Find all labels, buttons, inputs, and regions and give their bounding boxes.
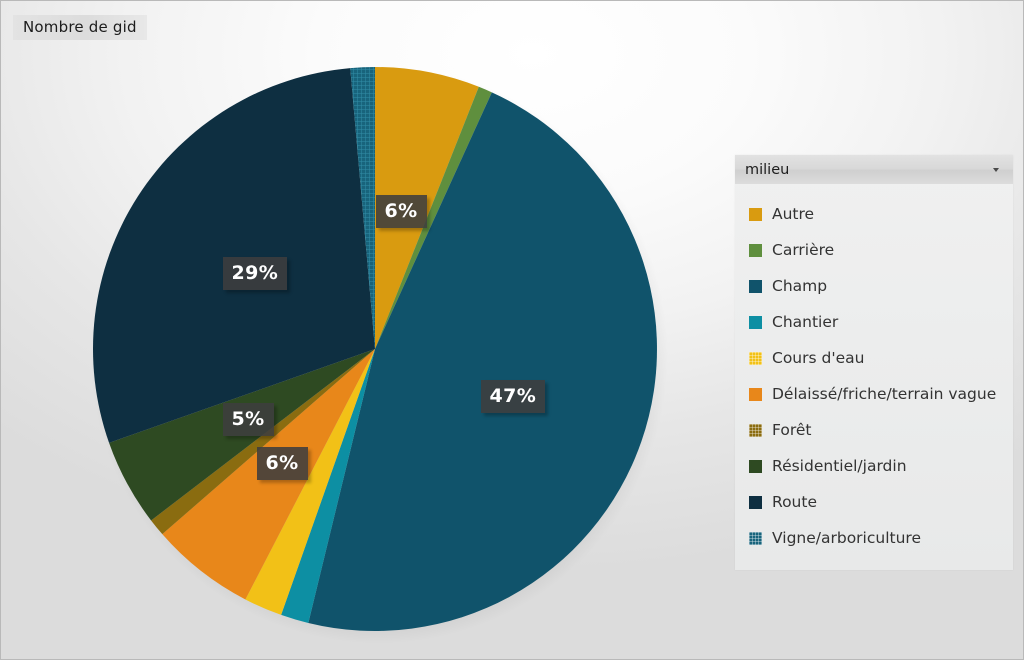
legend-item[interactable]: Résidentiel/jardin <box>735 448 1013 484</box>
legend-item-label: Autre <box>772 205 815 223</box>
legend-item[interactable]: Chantier <box>735 304 1013 340</box>
legend-item[interactable]: Cours d'eau <box>735 340 1013 376</box>
legend-item[interactable]: Champ <box>735 268 1013 304</box>
legend-header[interactable]: milieu <box>735 155 1013 184</box>
chart-page: Nombre de gid 6% 47% 29% 5% 6% milieu Au… <box>0 0 1024 660</box>
legend-item[interactable]: Route <box>735 484 1013 520</box>
legend-item-label: Délaissé/friche/terrain vague <box>772 385 997 403</box>
legend-color-swatch <box>749 531 762 545</box>
legend-item-list: Autre Carrière Champ Chantier Cours d'eau Dél… <box>735 184 1013 556</box>
legend-panel: milieu Autre Carrière Champ Chantier Cours d… <box>735 155 1013 570</box>
legend-item-label: Vigne/arboriculture <box>772 529 921 547</box>
legend-item[interactable]: Autre <box>735 196 1013 232</box>
legend-item[interactable]: Forêt <box>735 412 1013 448</box>
legend-color-swatch <box>749 351 762 365</box>
pie-percentage-label: 29% <box>222 256 288 290</box>
legend-color-swatch <box>749 459 762 473</box>
pie-percentage-label: 6% <box>256 446 308 480</box>
legend-color-swatch <box>749 387 762 401</box>
legend-item-label: Chantier <box>772 313 839 331</box>
pie-percentage-label: 47% <box>480 379 546 413</box>
legend-item[interactable]: Vigne/arboriculture <box>735 520 1013 556</box>
legend-color-swatch <box>749 243 762 257</box>
pie-slice-group <box>93 67 657 631</box>
pie-percentage-label: 5% <box>222 402 274 436</box>
legend-item[interactable]: Carrière <box>735 232 1013 268</box>
legend-item-label: Cours d'eau <box>772 349 865 367</box>
legend-item-label: Forêt <box>772 421 812 439</box>
legend-item-label: Champ <box>772 277 828 295</box>
legend-color-swatch <box>749 279 762 293</box>
legend-item-label: Route <box>772 493 817 511</box>
legend-item-label: Résidentiel/jardin <box>772 457 907 475</box>
legend-color-swatch <box>749 315 762 329</box>
legend-item[interactable]: Délaissé/friche/terrain vague <box>735 376 1013 412</box>
legend-color-swatch <box>749 207 762 221</box>
legend-item-label: Carrière <box>772 241 835 259</box>
legend-color-swatch <box>749 495 762 509</box>
legend-color-swatch <box>749 423 762 437</box>
page-title: Nombre de gid <box>13 15 147 40</box>
pie-percentage-label: 6% <box>375 194 427 228</box>
chevron-down-icon[interactable] <box>993 167 999 172</box>
legend-title: milieu <box>745 161 790 178</box>
